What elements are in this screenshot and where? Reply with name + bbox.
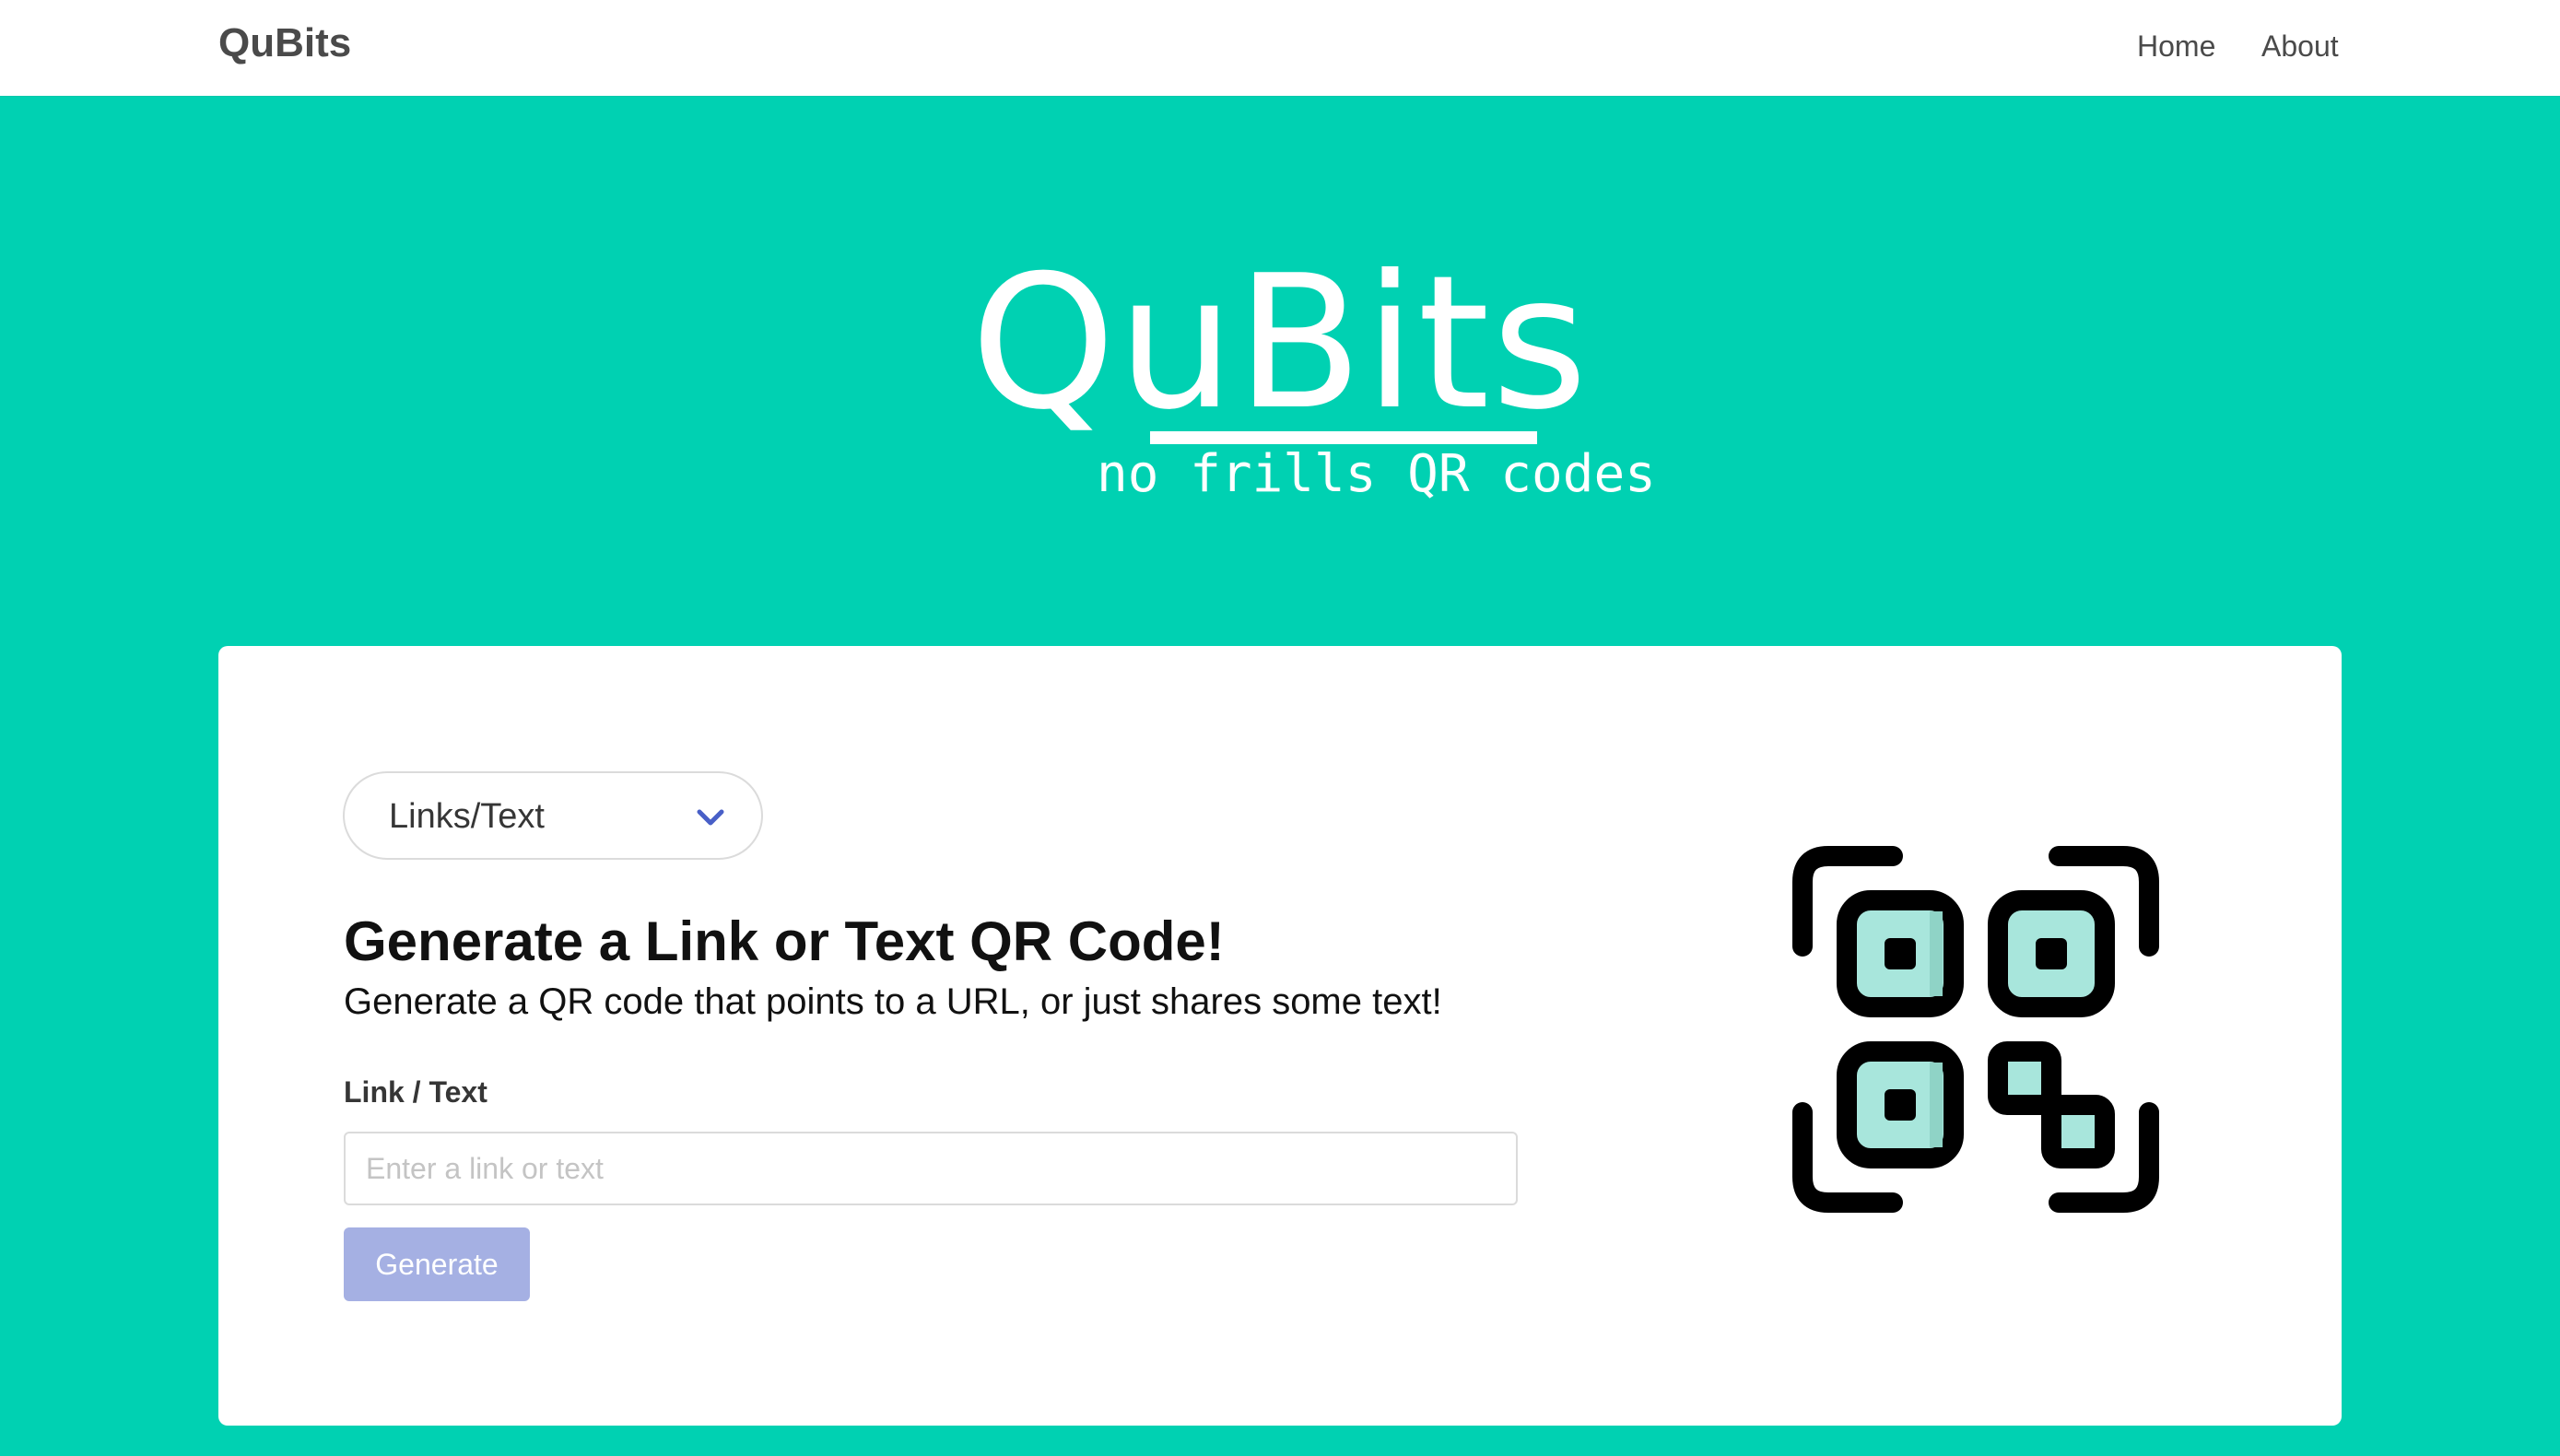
- link-text-input[interactable]: [344, 1132, 1518, 1205]
- generate-button[interactable]: Generate: [344, 1227, 530, 1301]
- qr-type-select[interactable]: Links/Text: [343, 771, 763, 860]
- hero-subtitle: no frills QR codes: [1097, 444, 1656, 504]
- hero-title: QuBits: [970, 236, 1590, 451]
- form-title: Generate a Link or Text QR Code!: [344, 910, 1225, 972]
- chevron-down-icon: [697, 809, 724, 826]
- qr-code-icon: [1792, 846, 2159, 1213]
- brand-logo[interactable]: QuBits: [218, 20, 351, 66]
- nav-link-about[interactable]: About: [2261, 29, 2339, 64]
- qr-type-select-value: Links/Text: [389, 797, 545, 836]
- link-text-label: Link / Text: [344, 1075, 487, 1109]
- navbar: QuBits Home About: [0, 0, 2560, 96]
- form-subtitle: Generate a QR code that points to a URL,…: [344, 981, 1442, 1022]
- nav-link-home[interactable]: Home: [2137, 29, 2215, 64]
- generator-card: Links/Text Generate a Link or Text QR Co…: [218, 646, 2342, 1426]
